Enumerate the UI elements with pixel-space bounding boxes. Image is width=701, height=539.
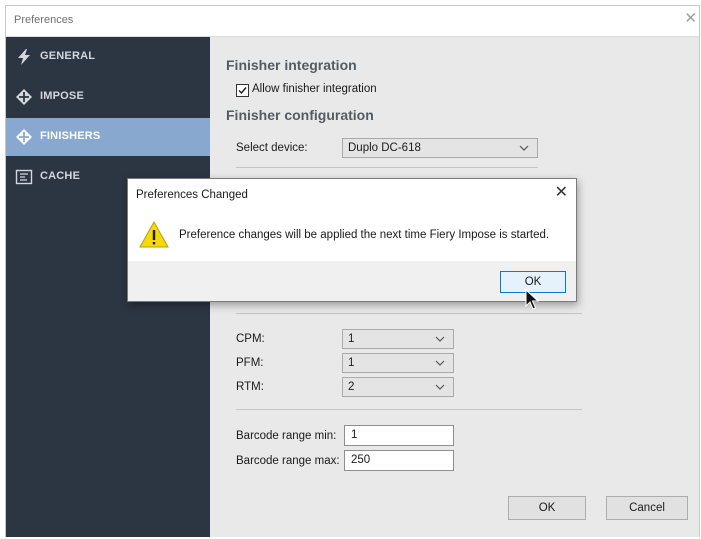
window-title: Preferences — [14, 14, 74, 26]
window-titlebar: Preferences ✕ — [6, 6, 699, 37]
chevron-down-icon — [435, 384, 445, 390]
chevron-down-icon — [435, 360, 445, 366]
cpm-dropdown[interactable]: 1 — [342, 329, 454, 349]
finisher-configuration-heading: Finisher configuration — [226, 107, 374, 123]
diamond-arrows-icon — [16, 129, 32, 145]
select-device-dropdown[interactable]: Duplo DC-618 — [342, 138, 538, 158]
cpm-value: 1 — [348, 333, 355, 345]
dialog-title: Preferences Changed — [136, 189, 248, 201]
barcode-max-input[interactable]: 250 — [344, 450, 454, 471]
pfm-label: PFM: — [236, 357, 264, 369]
rtm-dropdown[interactable]: 2 — [342, 377, 454, 397]
mouse-pointer-icon — [525, 289, 539, 310]
cpm-label: CPM: — [236, 333, 265, 345]
barcode-max-value: 250 — [351, 454, 371, 466]
pfm-dropdown[interactable]: 1 — [342, 353, 454, 373]
rtm-value: 2 — [348, 381, 355, 393]
cancel-button[interactable]: Cancel — [606, 496, 688, 520]
sidebar-item-finishers[interactable]: FINISHERS — [6, 118, 210, 156]
select-device-value: Duplo DC-618 — [348, 142, 421, 154]
warning-icon — [139, 220, 169, 248]
sidebar-item-label: FINISHERS — [40, 130, 101, 142]
dialog-close-icon[interactable]: ✕ — [555, 184, 568, 202]
section-divider — [236, 409, 582, 410]
cache-icon — [15, 169, 33, 185]
sidebar-item-label: GENERAL — [40, 50, 96, 62]
barcode-max-label: Barcode range max: — [236, 455, 340, 467]
allow-finisher-label: Allow finisher integration — [252, 83, 377, 95]
sidebar-item-label: IMPOSE — [40, 90, 84, 102]
preferences-changed-dialog: Preferences Changed ✕ Preference changes… — [127, 178, 577, 302]
barcode-min-value: 1 — [351, 429, 358, 441]
barcode-min-label: Barcode range min: — [236, 430, 337, 442]
allow-finisher-checkbox[interactable] — [236, 84, 249, 97]
chevron-down-icon — [519, 145, 529, 151]
select-device-label: Select device: — [236, 142, 308, 154]
sidebar-item-label: CACHE — [40, 170, 81, 182]
chevron-down-icon — [435, 336, 445, 342]
section-divider — [236, 313, 582, 314]
finisher-integration-heading: Finisher integration — [226, 57, 357, 73]
sidebar-item-impose[interactable]: IMPOSE — [6, 78, 210, 116]
dialog-message: Preference changes will be applied the n… — [179, 229, 550, 241]
diamond-arrows-icon — [16, 89, 32, 105]
section-divider — [236, 167, 538, 168]
pfm-value: 1 — [348, 357, 355, 369]
lightning-icon — [18, 49, 30, 65]
ok-button[interactable]: OK — [508, 496, 586, 520]
checkmark-icon — [238, 87, 247, 95]
window-close-icon[interactable]: ✕ — [684, 10, 697, 28]
sidebar-item-general[interactable]: GENERAL — [6, 38, 210, 76]
barcode-min-input[interactable]: 1 — [344, 425, 454, 446]
rtm-label: RTM: — [236, 381, 264, 393]
